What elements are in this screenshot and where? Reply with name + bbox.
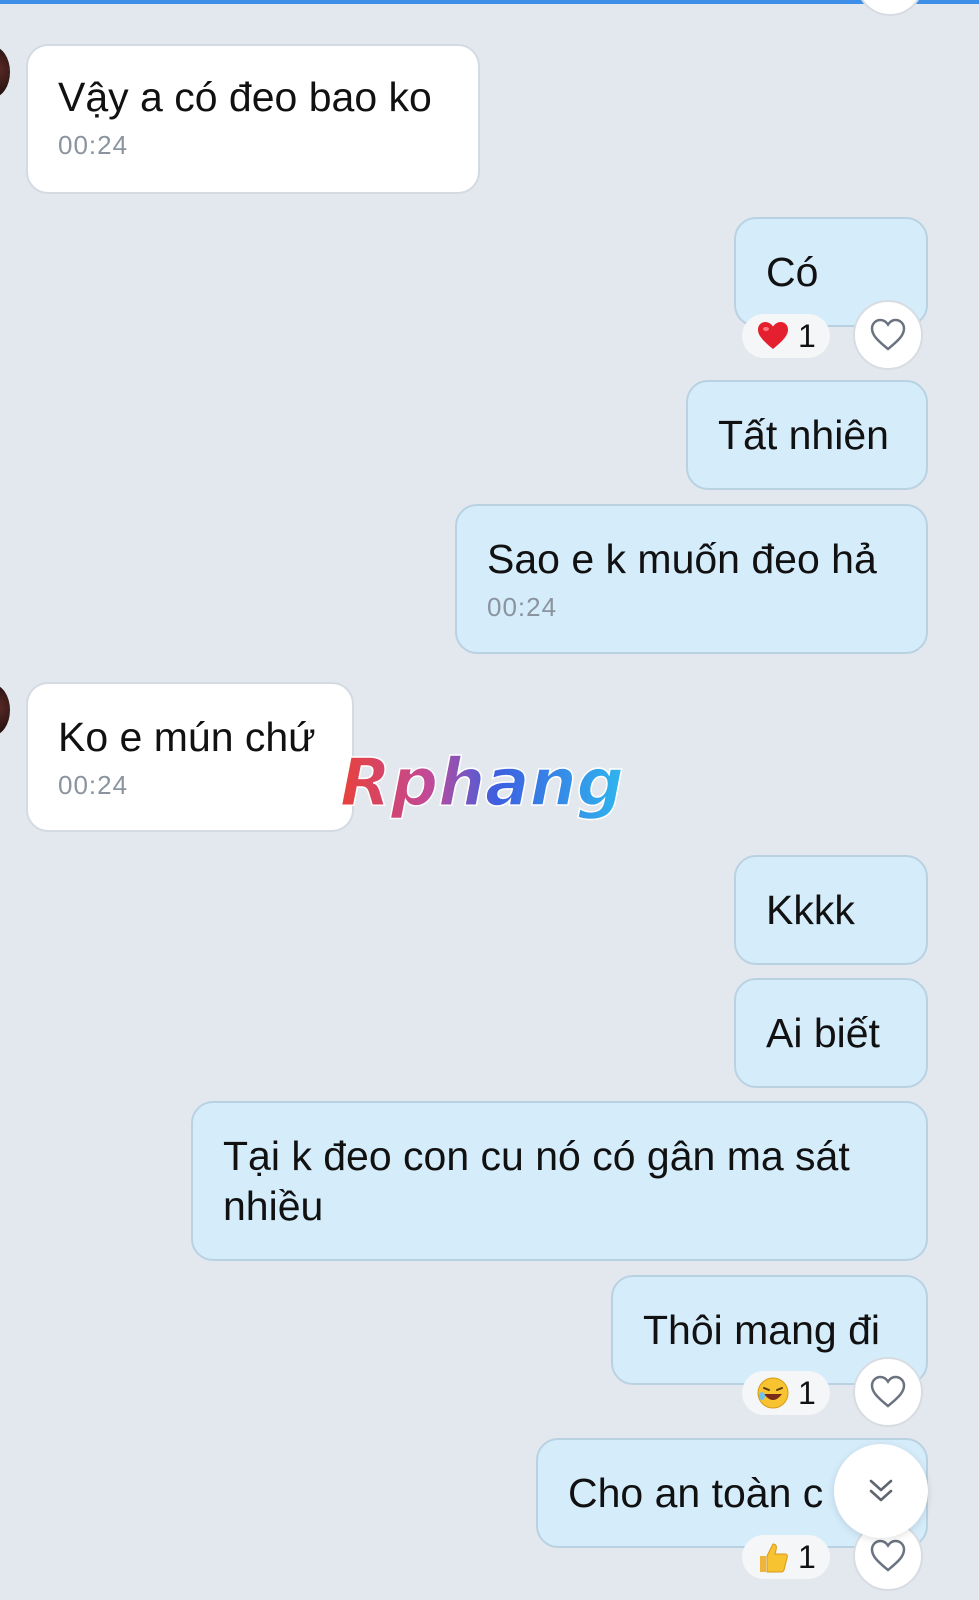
message-bubble-outgoing[interactable]: Ai biết [734,978,928,1088]
message-time: 00:24 [58,130,129,160]
message-time: 00:24 [58,770,129,800]
message-text: Ai biết [766,1010,880,1056]
thumbs-up-icon [760,1543,788,1573]
reaction-pill[interactable]: 1 [742,1371,830,1415]
message-time: 00:24 [487,592,558,622]
heart-outline-icon [870,1375,906,1408]
top-accent-bar [0,0,979,4]
message-bubble-incoming[interactable]: Ko e mún chứ 00:24 [26,682,354,832]
red-heart-icon [758,322,788,349]
react-button[interactable] [853,300,923,370]
contact-avatar[interactable] [0,684,10,736]
heart-outline-icon [870,318,906,351]
contact-avatar[interactable] [0,46,10,98]
message-text: Kkkk [766,887,855,933]
message-text: Ko e mún chứ [58,714,316,760]
watermark-text: Rphang [340,744,624,821]
message-bubble-outgoing[interactable]: Kkkk [734,855,928,965]
double-chevron-down-icon [869,1479,893,1502]
react-button-partial[interactable] [856,0,924,16]
message-text: Cho an toàn c [568,1470,824,1516]
message-text: Có [766,249,819,295]
message-text: Sao e k muốn đeo hả [487,536,877,582]
message-text: Vậy a có đeo bao ko [58,74,432,120]
reaction-count: 1 [798,1374,816,1411]
reaction-pill[interactable]: 1 [742,314,830,358]
message-bubble-outgoing[interactable]: Tại k đeo con cu nó có gân ma sát nhiều [191,1101,928,1261]
message-text: Thôi mang đi [643,1307,881,1353]
message-text: Tất nhiên [718,412,889,458]
message-bubble-outgoing[interactable]: Sao e k muốn đeo hả 00:24 [455,504,928,654]
reaction-count: 1 [798,317,816,354]
scroll-to-bottom-button[interactable] [834,1444,928,1538]
watermark-logo: Rphang [339,743,624,822]
react-button[interactable] [853,1357,923,1427]
message-text: Tại k đeo con cu nó có gân ma sát nhiều [223,1133,850,1229]
message-bubble-incoming[interactable]: Vậy a có đeo bao ko 00:24 [26,44,480,194]
message-bubble-outgoing[interactable]: Tất nhiên [686,380,928,490]
heart-outline-icon [870,1539,906,1572]
laughing-face-icon [757,1377,789,1409]
reaction-pill[interactable]: 1 [742,1535,830,1579]
reaction-count: 1 [798,1538,816,1575]
